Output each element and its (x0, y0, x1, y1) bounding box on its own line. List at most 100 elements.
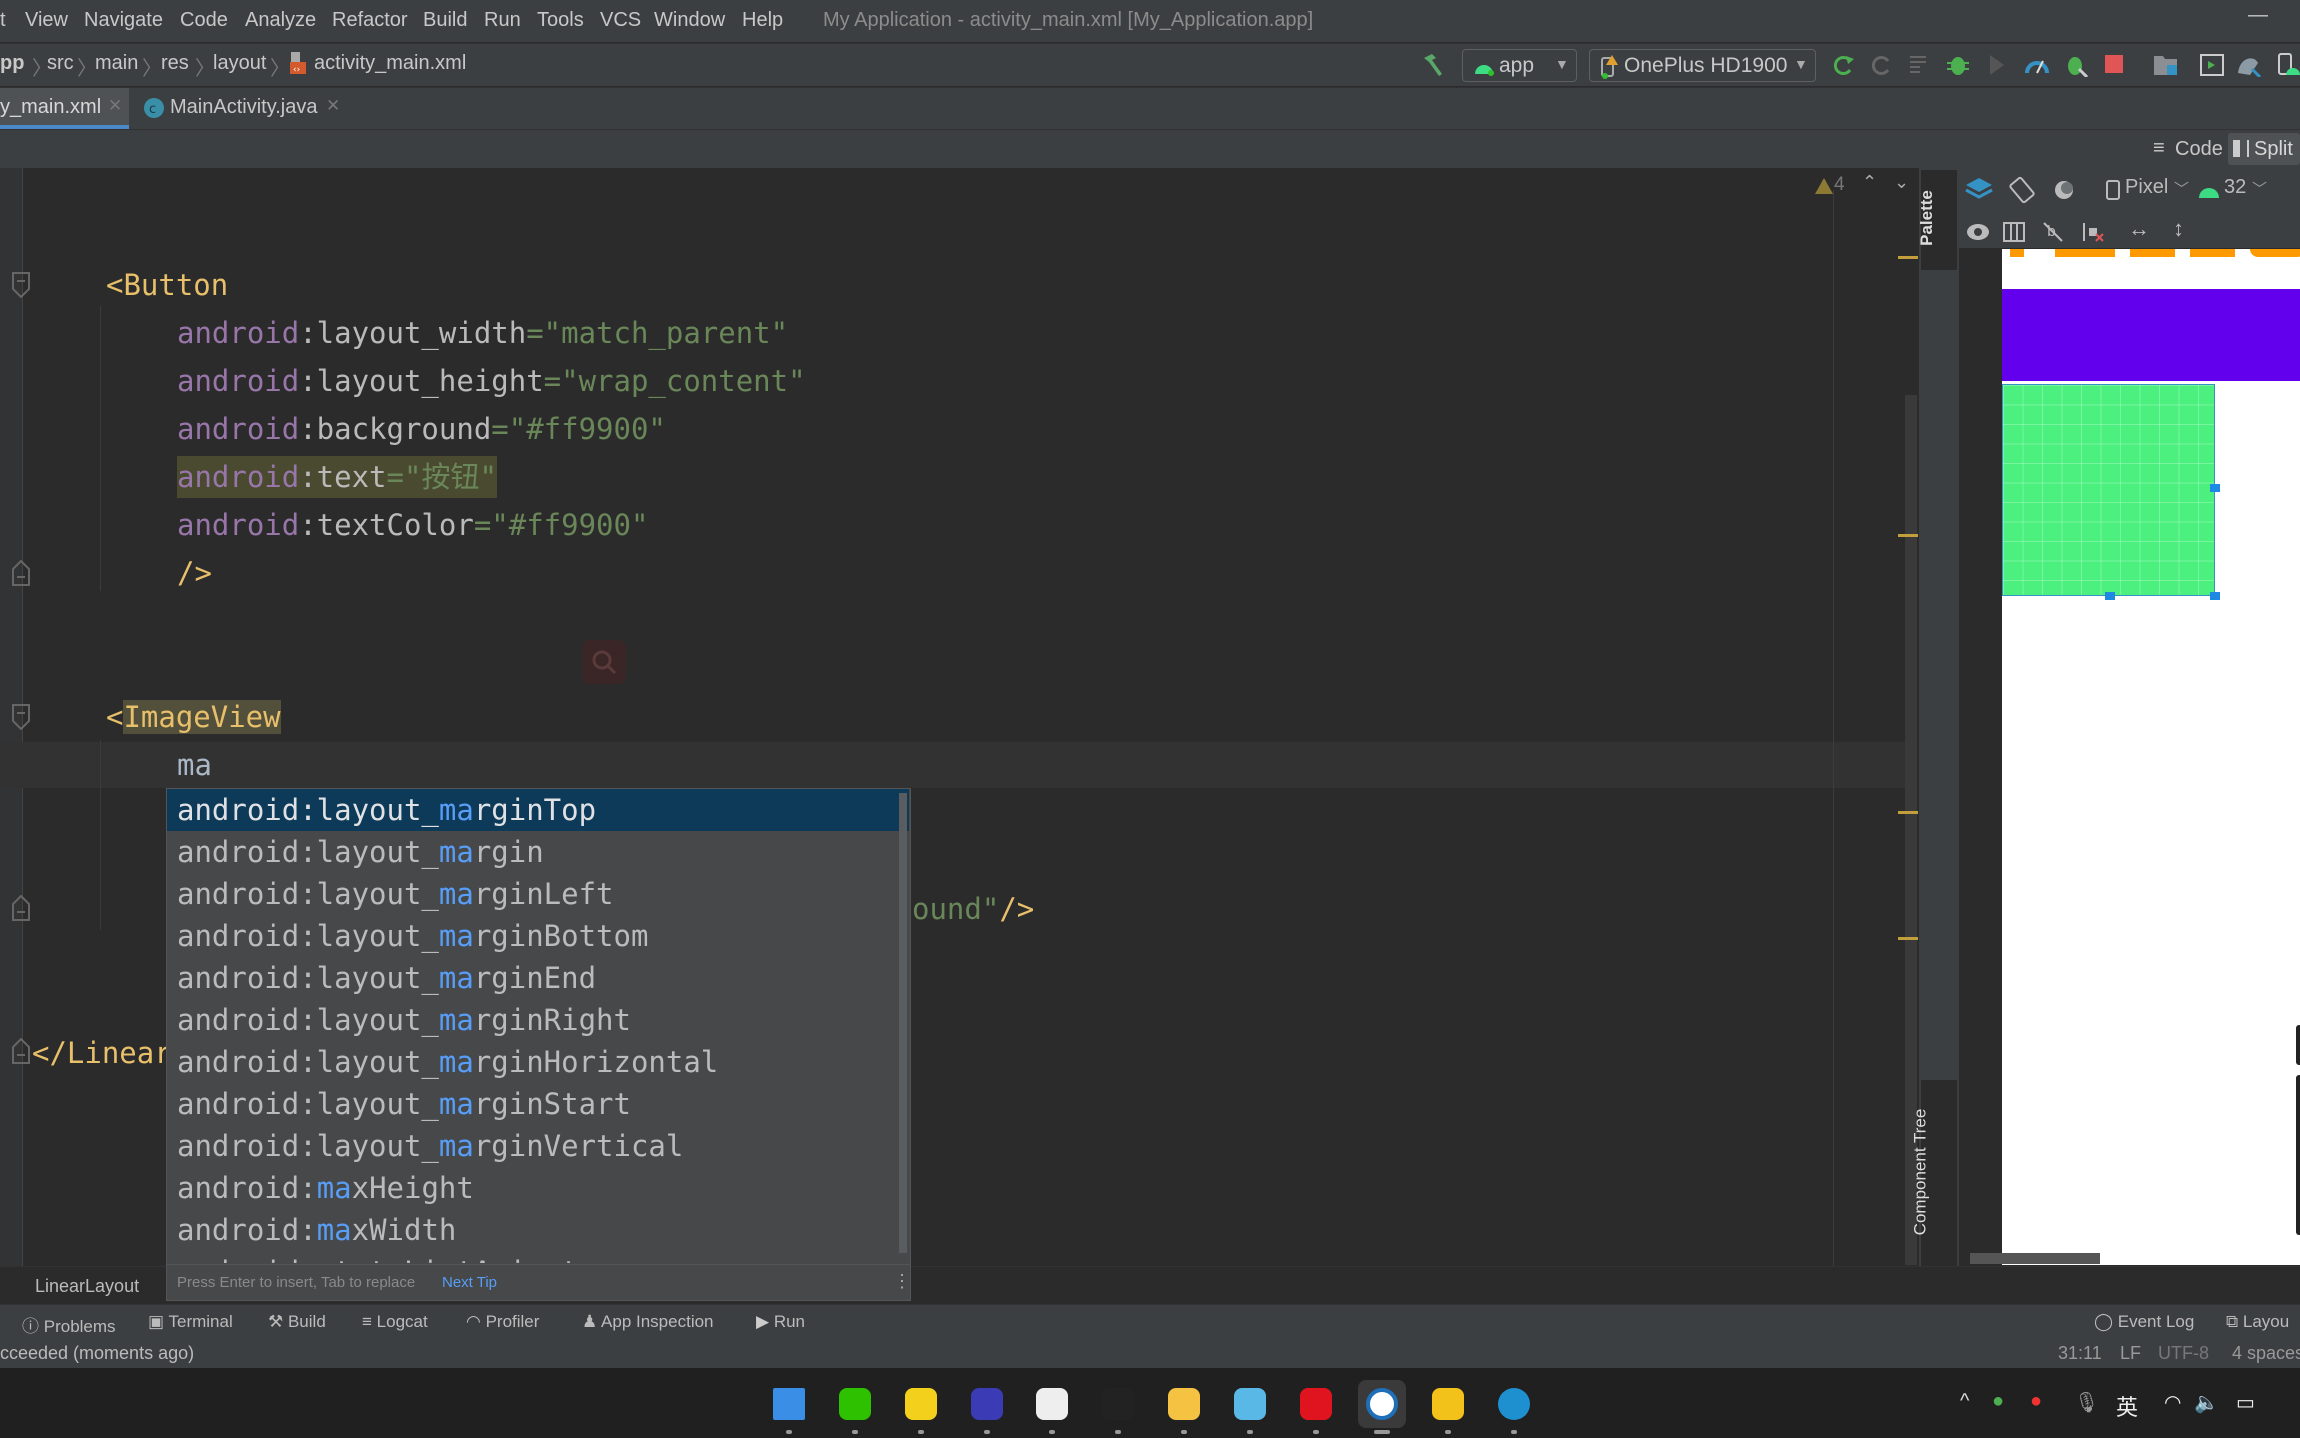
edge-icon[interactable] (1490, 1380, 1538, 1428)
more-options-icon[interactable]: ⋮ (893, 1271, 910, 1292)
previous-highlight-button[interactable]: ⌃ (1862, 172, 1877, 193)
completion-item[interactable]: android:maxWidth (167, 1209, 909, 1251)
event-log-tool-button[interactable]: ◯ Event Log (2094, 1312, 2194, 1332)
debug-icon[interactable] (1947, 53, 1969, 83)
completion-item[interactable]: android:layout_marginLeft (167, 873, 909, 915)
run-tool-button[interactable]: ▶ Run (756, 1312, 805, 1332)
expand-vertical-icon[interactable]: ↕ (2173, 216, 2184, 242)
menu-code[interactable]: Code (180, 9, 228, 32)
menu-vcs[interactable]: VCS (600, 9, 641, 32)
view-options-eye-icon[interactable] (1966, 222, 1992, 248)
typora-icon[interactable] (1028, 1380, 1076, 1428)
expand-horizontal-icon[interactable]: ↔ (2128, 216, 2150, 242)
resize-handle[interactable] (2210, 592, 2220, 600)
notepad-icon[interactable] (1226, 1380, 1274, 1428)
canvas-horizontal-scrollbar[interactable] (1970, 1253, 2100, 1264)
run-config-dropdown[interactable]: app ▼ (1462, 49, 1577, 82)
code-line[interactable]: </Linear (32, 1032, 172, 1074)
problems-tool-button[interactable]: ⓘ Problems (22, 1312, 116, 1337)
obs-icon[interactable] (1094, 1380, 1142, 1428)
completion-item[interactable]: android:layout_margin (167, 831, 909, 873)
input-language-indicator[interactable]: 英 (2116, 1390, 2138, 1422)
autoconnect-off-icon[interactable]: b (2041, 220, 2065, 250)
floating-search-icon[interactable] (582, 640, 626, 684)
completion-item[interactable]: android:layout_marginRight (167, 999, 909, 1041)
warning-marker[interactable] (1898, 256, 1918, 259)
device-screen-preview[interactable] (2002, 249, 2300, 1265)
app-inspection-tool-button[interactable]: ♟ App Inspection (582, 1312, 714, 1332)
warning-marker[interactable] (1898, 811, 1918, 814)
menu-help[interactable]: Help (742, 9, 783, 32)
profiler-icon[interactable] (2025, 53, 2049, 81)
menu-build[interactable]: Build (423, 9, 467, 32)
status-message[interactable]: cceeded (moments ago) (0, 1343, 194, 1364)
completion-item[interactable]: android:maxHeight (167, 1167, 909, 1209)
menu-tools[interactable]: Tools (537, 9, 584, 32)
layout-inspector-tool-button[interactable]: ⧉ Layou (2226, 1312, 2289, 1332)
build-tool-button[interactable]: ⚒ Build (268, 1312, 326, 1332)
fold-icon[interactable] (12, 704, 30, 736)
battery-icon[interactable]: ▭ (2236, 1390, 2255, 1415)
device-file-explorer-icon[interactable] (2153, 53, 2179, 83)
button-preview[interactable] (2002, 289, 2300, 381)
intellij-icon[interactable] (963, 1380, 1011, 1428)
code-line[interactable]: <Button (106, 264, 228, 306)
menu-edit[interactable]: t (0, 9, 6, 32)
wechat-icon[interactable] (831, 1380, 879, 1428)
blueprint-columns-icon[interactable] (2003, 222, 2025, 248)
indent-setting[interactable]: 4 spaces (2232, 1343, 2300, 1364)
menu-run[interactable]: Run (484, 9, 521, 32)
apply-code-changes-icon[interactable] (1908, 54, 1932, 82)
api-level-dropdown[interactable]: 32 (2224, 176, 2246, 199)
attach-debugger-android-icon[interactable] (2065, 53, 2089, 83)
android-studio-icon[interactable] (1358, 1380, 1406, 1428)
app-icon[interactable] (1424, 1380, 1472, 1428)
breadcrumb-res[interactable]: res (161, 52, 189, 75)
warning-icon[interactable] (1815, 177, 1833, 200)
next-highlight-button[interactable]: ⌄ (1894, 172, 1909, 193)
code-line[interactable]: <ImageView (106, 696, 281, 738)
night-mode-icon[interactable] (2052, 178, 2078, 208)
orientation-icon[interactable] (2008, 176, 2036, 210)
device-manager-icon[interactable] (2200, 54, 2224, 82)
code-line[interactable]: ma (177, 744, 212, 786)
breadcrumb-file[interactable]: activity_main.xml (314, 52, 466, 75)
completion-item[interactable]: android:layout_marginTop (167, 789, 909, 831)
profiler-tool-button[interactable]: ◠ Profiler (466, 1312, 539, 1332)
menu-window[interactable]: Window (654, 9, 725, 32)
rerun-icon[interactable] (1832, 53, 1856, 83)
attach-debugger-icon[interactable] (1986, 53, 2008, 83)
menu-refactor[interactable]: Refactor (332, 9, 408, 32)
component-tree-tab[interactable]: Component Tree (1910, 1080, 1957, 1266)
logcat-tool-button[interactable]: ≡ Logcat (362, 1312, 428, 1332)
menu-view[interactable]: View (25, 9, 68, 32)
tray-overflow-icon[interactable]: ^ (1960, 1390, 1969, 1413)
code-line[interactable]: android:layout_height="wrap_content" (177, 360, 806, 402)
fold-icon[interactable] (12, 559, 30, 592)
device-dropdown[interactable]: OnePlus HD1900 ▼ (1589, 49, 1816, 82)
hammer-build-icon[interactable] (1420, 52, 1446, 84)
volume-icon[interactable]: 🔈 (2194, 1390, 2219, 1415)
tray-qq-icon[interactable]: ● (2030, 1390, 2042, 1413)
completion-item[interactable]: android:layout_marginVertical (167, 1125, 909, 1167)
completion-item[interactable]: android:stateListAnimator (167, 1251, 909, 1263)
music-icon[interactable] (897, 1380, 945, 1428)
editor-breadcrumb-linearlayout[interactable]: LinearLayout (35, 1276, 139, 1297)
menu-analyze[interactable]: Analyze (245, 9, 316, 32)
close-tab-icon[interactable]: ✕ (108, 96, 122, 116)
youdao-icon[interactable] (1292, 1380, 1340, 1428)
warning-marker[interactable] (1898, 534, 1918, 537)
tray-microphone-icon[interactable]: 🎙 (2074, 1390, 2099, 1415)
file-explorer-icon[interactable] (1160, 1380, 1208, 1428)
palette-tab[interactable]: Palette (1917, 170, 1957, 270)
line-separator[interactable]: LF (2120, 1343, 2141, 1364)
sdk-manager-icon[interactable] (2278, 53, 2300, 83)
image-view-preview-selected[interactable] (2002, 384, 2215, 596)
file-encoding[interactable]: UTF-8 (2158, 1343, 2209, 1364)
completion-item[interactable]: android:layout_marginEnd (167, 957, 909, 999)
tab-main-activity-java[interactable]: c MainActivity.java ✕ (140, 88, 350, 129)
popup-scrollbar[interactable] (899, 793, 907, 1253)
caret-position[interactable]: 31:11 (2058, 1343, 2102, 1364)
terminal-tool-button[interactable]: ▣ Terminal (148, 1312, 233, 1332)
resize-handle[interactable] (2210, 484, 2220, 492)
